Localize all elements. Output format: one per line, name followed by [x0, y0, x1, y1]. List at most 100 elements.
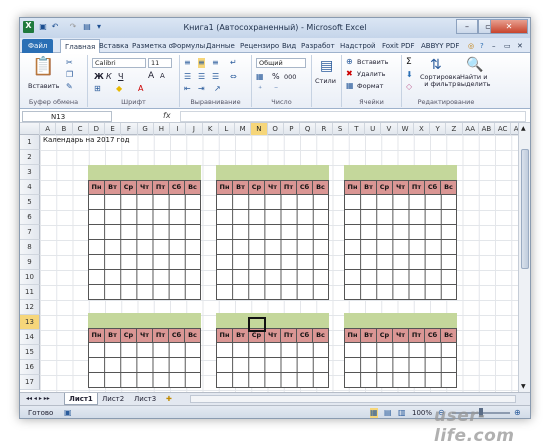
formula-input[interactable] [180, 111, 526, 122]
zoom-level[interactable]: 100% [412, 409, 432, 417]
page-break-view-icon[interactable]: ▥ [398, 408, 406, 418]
column-header-u[interactable]: U [365, 123, 382, 135]
align-bottom-icon[interactable]: ≡ [212, 58, 219, 68]
underline-button[interactable]: Ч [118, 72, 123, 81]
row-header-12[interactable]: 12 [20, 300, 40, 315]
day-cells[interactable] [88, 195, 201, 300]
column-header-q[interactable]: Q [300, 123, 317, 135]
thousands-button[interactable]: 000 [284, 73, 296, 81]
tab-file[interactable]: Файл [22, 39, 54, 53]
column-header-p[interactable]: P [284, 123, 300, 135]
paste-label[interactable]: Вставить [28, 82, 59, 90]
row-header-1[interactable]: 1 [20, 135, 40, 150]
row-header-16[interactable]: 16 [20, 360, 40, 375]
scroll-up-icon[interactable]: ▲ [521, 125, 526, 132]
column-header-g[interactable]: G [138, 123, 154, 135]
copy-icon[interactable]: ❐ [66, 70, 73, 80]
insert-cells-icon[interactable]: ⊕ [346, 57, 353, 67]
merge-center-icon[interactable]: ⇔ [230, 72, 237, 82]
delete-cells-button[interactable]: Удалить [357, 70, 385, 78]
column-header-a[interactable]: A [40, 123, 57, 135]
tab-foxit-pdf[interactable]: Foxit PDF [382, 39, 415, 53]
column-header-i[interactable]: I [170, 123, 187, 135]
row-header-4[interactable]: 4 [20, 180, 40, 195]
column-header-x[interactable]: X [414, 123, 430, 135]
column-header-r[interactable]: R [316, 123, 333, 135]
row-header-5[interactable]: 5 [20, 195, 40, 210]
row-header-9[interactable]: 9 [20, 255, 40, 270]
vertical-scrollbar[interactable]: ▲ ▼ [518, 123, 530, 392]
row-header-8[interactable]: 8 [20, 240, 40, 255]
align-top-icon[interactable]: ≡ [184, 58, 191, 68]
month-header[interactable] [88, 165, 201, 180]
orientation-icon[interactable]: ↗ [214, 84, 221, 94]
find-select-icon[interactable]: 🔍 [466, 57, 483, 73]
column-header-ad[interactable]: AD [511, 123, 518, 135]
day-cells[interactable] [216, 343, 329, 388]
sheet-tab-3[interactable]: Лист3 [130, 393, 160, 405]
find-select-button[interactable]: Найти и выделить [457, 74, 490, 88]
shrink-font-button[interactable]: A [160, 72, 165, 80]
italic-button[interactable]: К [106, 72, 112, 81]
column-header-l[interactable]: L [219, 123, 235, 135]
column-header-aa[interactable]: AA [463, 123, 479, 135]
currency-icon[interactable]: ▦ [256, 72, 264, 82]
column-header-m[interactable]: M [235, 123, 252, 135]
sort-filter-icon[interactable]: ⇅ [430, 57, 442, 73]
day-cells[interactable] [344, 343, 457, 388]
tab-addins[interactable]: Надстрой [340, 39, 376, 53]
row-header-6[interactable]: 6 [20, 210, 40, 225]
month-header[interactable] [216, 313, 329, 328]
autosum-button[interactable]: Σ [406, 57, 412, 67]
name-box[interactable]: N13 [22, 111, 112, 122]
column-header-ab[interactable]: AB [479, 123, 495, 135]
ribbon-restore-icon[interactable]: ▭ [504, 39, 511, 53]
format-cells-button[interactable]: Формат [357, 82, 383, 90]
select-all-corner[interactable] [20, 123, 40, 135]
insert-cells-button[interactable]: Вставить [357, 58, 388, 66]
scroll-down-icon[interactable]: ▼ [521, 383, 526, 390]
sort-filter-button[interactable]: Сортировка и фильтр [420, 74, 461, 88]
insert-function-icon[interactable]: fx [163, 111, 171, 120]
month-header[interactable] [344, 313, 457, 328]
month-header[interactable] [216, 165, 329, 180]
sheet-nav-icon[interactable]: ◂◂ ◂ ▸ ▸▸ [22, 393, 54, 405]
grow-font-button[interactable]: A [148, 71, 154, 81]
row-header-7[interactable]: 7 [20, 225, 40, 240]
row-header-3[interactable]: 3 [20, 165, 40, 180]
day-cells[interactable] [88, 343, 201, 388]
font-color-icon[interactable]: A [138, 84, 143, 94]
horizontal-scrollbar[interactable] [190, 395, 516, 403]
tab-review[interactable]: Рецензиро [240, 39, 279, 53]
format-cells-icon[interactable]: ▦ [346, 81, 354, 91]
column-header-b[interactable]: B [56, 123, 73, 135]
column-header-c[interactable]: C [73, 123, 89, 135]
column-header-v[interactable]: V [381, 123, 398, 135]
delete-cells-icon[interactable]: ✖ [346, 69, 353, 79]
close-button[interactable]: ✕ [490, 19, 528, 34]
ribbon-minimize-icon[interactable]: – [492, 39, 496, 53]
decrease-decimal-icon[interactable]: ⁻ [274, 84, 278, 94]
column-header-d[interactable]: D [89, 123, 105, 135]
styles-icon[interactable]: ▤ [320, 58, 333, 74]
align-right-icon[interactable]: ☰ [212, 72, 219, 82]
row-header-15[interactable]: 15 [20, 345, 40, 360]
column-header-e[interactable]: E [105, 123, 122, 135]
minimize-button[interactable]: – [456, 19, 478, 34]
row-header-13[interactable]: 13 [20, 315, 40, 330]
new-sheet-icon[interactable]: ✚ [162, 393, 176, 405]
column-header-t[interactable]: T [349, 123, 365, 135]
tab-formulas[interactable]: Формулы [171, 39, 205, 53]
increase-indent-icon[interactable]: ⇥ [198, 84, 205, 94]
cut-icon[interactable]: ✂ [66, 58, 73, 68]
paste-icon[interactable]: 📋 [32, 57, 54, 77]
align-middle-icon[interactable]: ≡ [198, 58, 205, 68]
column-header-y[interactable]: Y [430, 123, 447, 135]
column-header-z[interactable]: Z [446, 123, 463, 135]
sheet-tab-1[interactable]: Лист1 [64, 393, 98, 405]
borders-icon[interactable]: ⊞ [94, 84, 101, 94]
row-header-17[interactable]: 17 [20, 375, 40, 390]
column-header-o[interactable]: O [268, 123, 284, 135]
fill-color-icon[interactable]: ◆ [116, 84, 122, 94]
format-painter-icon[interactable]: ✎ [66, 82, 73, 92]
